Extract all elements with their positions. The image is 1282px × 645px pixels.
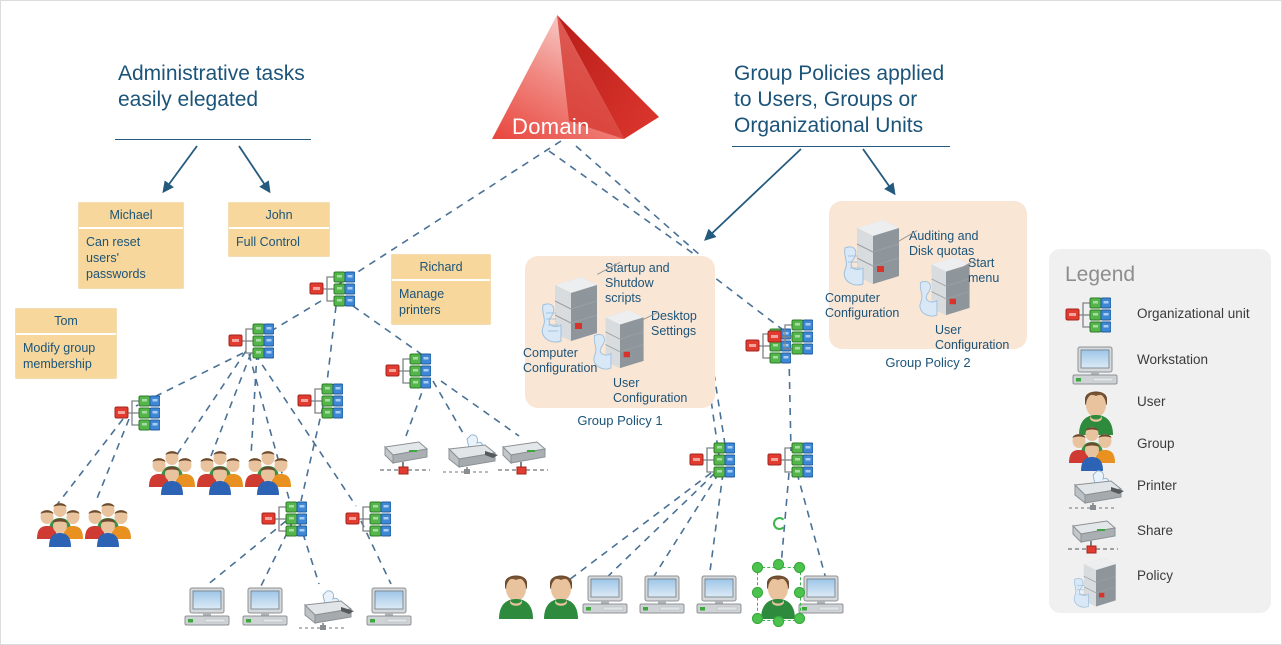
heading-right-underline xyxy=(732,146,950,147)
diagram-canvas: Administrative tasks easily elegated Gro… xyxy=(0,0,1282,645)
organizational-unit-icon[interactable] xyxy=(309,271,356,307)
note-john-body: Full Control xyxy=(236,235,300,249)
selection-handle[interactable] xyxy=(752,587,763,598)
gp2-computer-label: Computer Configuration xyxy=(825,291,900,320)
workstation-icon[interactable] xyxy=(797,574,845,619)
share-icon xyxy=(1067,516,1123,558)
legend-row-organizational-unit: Organizational unit xyxy=(1049,295,1271,337)
note-tom-title: Tom xyxy=(54,314,78,328)
gp1-computer-label: Computer Configuration xyxy=(523,346,598,375)
note-michael-title: Michael xyxy=(109,208,153,222)
group-icon xyxy=(1069,425,1125,471)
legend-row-group: Group xyxy=(1049,425,1271,471)
organizational-unit-icon[interactable] xyxy=(228,323,275,359)
group-policy-2-caption: Group Policy 2 xyxy=(885,355,971,370)
note-michael-body: Can reset users' passwords xyxy=(86,235,146,281)
group-icon[interactable] xyxy=(85,501,131,552)
legend-label: Policy xyxy=(1137,568,1174,583)
legend-label: Share xyxy=(1137,523,1174,538)
group-policy-1-caption: Group Policy 1 xyxy=(577,413,663,428)
note-tom-body: Modify group membership xyxy=(23,341,96,371)
legend-row-user: User xyxy=(1049,383,1271,435)
printer-icon[interactable] xyxy=(297,589,355,636)
workstation-icon[interactable] xyxy=(241,586,289,631)
workstation-icon xyxy=(1071,345,1127,387)
workstation-icon[interactable] xyxy=(365,586,413,631)
user-icon[interactable] xyxy=(495,567,537,624)
selection-handle[interactable] xyxy=(773,616,784,627)
legend-title: Legend xyxy=(1065,263,1136,286)
heading-group-policies: Group Policies applied to Users, Groups … xyxy=(734,62,945,137)
gp2-computer-callout: Auditing and Disk quotas xyxy=(909,229,979,258)
heading-left-underline xyxy=(115,139,311,140)
share-icon[interactable] xyxy=(497,437,549,480)
selection-handle[interactable] xyxy=(794,613,805,624)
organizational-unit-icon[interactable] xyxy=(345,501,392,537)
printer-icon xyxy=(1067,469,1124,511)
legend-row-policy: Policy xyxy=(1049,555,1271,608)
note-richard-title: Richard xyxy=(419,260,463,274)
workstation-icon[interactable] xyxy=(638,574,686,619)
legend-row-printer: Printer xyxy=(1049,467,1271,511)
note-john-title: John xyxy=(265,208,293,222)
heading-administrative-tasks: Administrative tasks easily elegated xyxy=(118,62,305,111)
organizational-unit-icon[interactable] xyxy=(689,442,736,478)
legend-label: Workstation xyxy=(1137,352,1209,367)
legend-row-workstation: Workstation xyxy=(1049,341,1271,385)
selection-handle[interactable] xyxy=(752,562,763,573)
workstation-icon[interactable] xyxy=(581,574,629,619)
organizational-unit-icon[interactable] xyxy=(767,319,814,355)
policy-icon xyxy=(1071,555,1127,608)
domain-label: Domain xyxy=(512,114,590,139)
group-icon[interactable] xyxy=(149,449,195,500)
organizational-unit-icon[interactable] xyxy=(385,353,432,389)
gp1-computer-callout: Startup and Shutdow scripts xyxy=(605,261,670,305)
group-icon[interactable] xyxy=(37,501,83,552)
organizational-unit-icon xyxy=(1065,297,1121,339)
selection-handle[interactable] xyxy=(773,559,784,570)
organizational-unit-icon[interactable] xyxy=(297,383,344,419)
legend-panel: Legend Organizational unit Workstation U… xyxy=(1049,249,1271,613)
printer-icon[interactable] xyxy=(441,433,499,480)
note-richard-body: Manage printers xyxy=(399,287,445,317)
user-icon xyxy=(1075,383,1131,435)
organizational-unit-icon[interactable] xyxy=(114,395,161,431)
policy-icon xyxy=(841,216,905,290)
selection-handle[interactable] xyxy=(794,562,805,573)
gp2-user-label: User Configuration xyxy=(935,323,1010,352)
gp2-user-callout: Start menu xyxy=(968,256,1000,285)
workstation-icon[interactable] xyxy=(183,586,231,631)
note-john[interactable]: John Full Control xyxy=(229,203,329,256)
group-icon[interactable] xyxy=(245,449,291,500)
user-icon[interactable] xyxy=(540,567,582,624)
group-icon[interactable] xyxy=(197,449,243,500)
legend-row-share: Share xyxy=(1049,512,1271,554)
share-icon[interactable] xyxy=(379,437,431,480)
note-richard[interactable]: Richard Manage printers xyxy=(392,255,490,324)
note-tom[interactable]: Tom Modify group membership xyxy=(16,309,116,378)
gp1-user-callout: Desktop Settings xyxy=(651,309,697,338)
workstation-icon[interactable] xyxy=(695,574,743,619)
legend-label: Organizational unit xyxy=(1137,306,1250,321)
selection-handle[interactable] xyxy=(794,587,805,598)
legend-label: Group xyxy=(1137,436,1175,451)
rotate-handle[interactable] xyxy=(773,517,786,530)
organizational-unit-icon[interactable] xyxy=(767,442,814,478)
note-michael[interactable]: Michael Can reset users' passwords xyxy=(79,203,183,288)
legend-label: Printer xyxy=(1137,478,1177,493)
gp1-user-label: User Configuration xyxy=(613,376,688,405)
legend-label: User xyxy=(1137,394,1166,409)
organizational-unit-icon[interactable] xyxy=(261,501,308,537)
selection-handle[interactable] xyxy=(752,613,763,624)
